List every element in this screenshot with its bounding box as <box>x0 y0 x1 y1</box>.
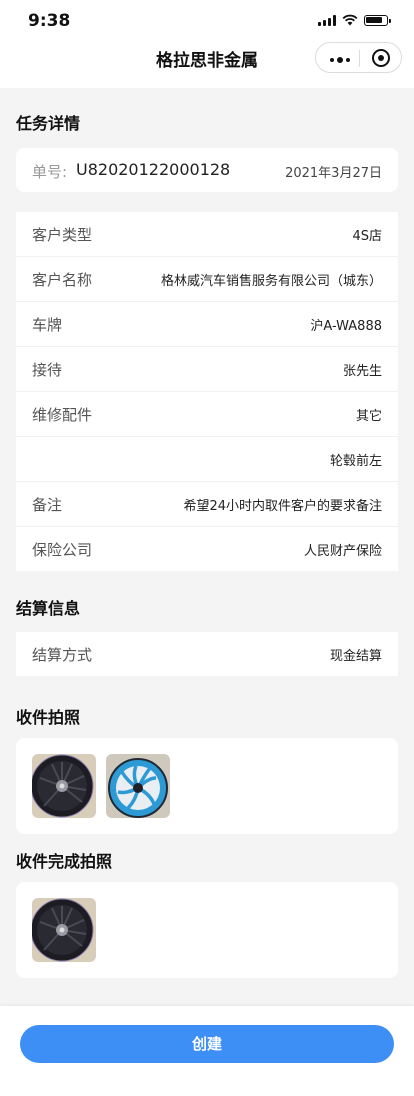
field-value: 沪A-WA888 <box>310 319 382 334</box>
field-label: 维修配件 <box>32 406 93 424</box>
more-icon[interactable] <box>330 57 350 63</box>
bottom-action-bar: 创建 <box>0 1006 414 1096</box>
status-icons <box>318 14 391 26</box>
top-bar: 9:38 格拉思非金属 <box>0 0 414 88</box>
field-value: 格林威汽车销售服务有限公司（城东） <box>160 274 382 289</box>
receive-photos-card <box>16 738 398 834</box>
create-button[interactable]: 创建 <box>20 1025 394 1063</box>
detail-row-reception: 接待 张先生 <box>16 347 398 392</box>
field-value: 张先生 <box>342 364 382 379</box>
field-label: 车牌 <box>32 316 63 334</box>
complete-photos-card <box>16 882 398 978</box>
order-date: 2021年3月27日 <box>285 166 382 181</box>
task-section-title: 任务详情 <box>16 114 81 133</box>
detail-row-repair-parts: 维修配件 其它 <box>16 392 398 437</box>
field-value: 4S店 <box>352 229 382 244</box>
settlement-value: 现金结算 <box>329 649 382 664</box>
field-value: 轮毂前左 <box>329 454 382 469</box>
close-target-icon[interactable] <box>372 49 390 67</box>
settlement-row: 结算方式 现金结算 <box>16 632 398 677</box>
task-details-card: 客户类型 4S店 客户名称 格林威汽车销售服务有限公司（城东） 车牌 沪A-WA… <box>16 212 398 571</box>
field-label: 接待 <box>32 361 63 379</box>
detail-row-plate: 车牌 沪A-WA888 <box>16 302 398 347</box>
capsule-divider <box>359 50 360 67</box>
order-label: 单号: <box>32 163 68 181</box>
detail-row-insurance: 保险公司 人民财产保险 <box>16 527 398 572</box>
settlement-section-title: 结算信息 <box>16 599 81 618</box>
settlement-card: 结算方式 现金结算 <box>16 632 398 676</box>
wifi-icon <box>342 14 358 26</box>
detail-row-remarks: 备注 希望24小时内取件客户的要求备注 <box>16 482 398 527</box>
black-rim-wheel-photo[interactable] <box>32 898 96 962</box>
field-label: 备注 <box>32 496 63 514</box>
field-label: 客户类型 <box>32 226 93 244</box>
field-value: 其它 <box>355 409 382 424</box>
detail-row-customer-type: 客户类型 4S店 <box>16 212 398 257</box>
field-label: 保险公司 <box>32 541 93 559</box>
complete-photos-title: 收件完成拍照 <box>16 852 113 871</box>
field-label: 客户名称 <box>32 271 93 289</box>
field-value: 希望24小时内取件客户的要求备注 <box>183 499 382 514</box>
blue-rim-wheel-photo[interactable] <box>106 754 170 818</box>
detail-row-repair-parts-extra: 轮毂前左 <box>16 437 398 482</box>
signal-icon <box>318 14 336 26</box>
settlement-label: 结算方式 <box>32 646 93 664</box>
status-time: 9:38 <box>28 11 71 31</box>
field-value: 人民财产保险 <box>303 544 382 559</box>
order-number: U82020122000128 <box>76 160 231 179</box>
receive-photos-title: 收件拍照 <box>16 708 81 727</box>
detail-row-customer-name: 客户名称 格林威汽车销售服务有限公司（城东） <box>16 257 398 302</box>
order-card: 单号: U82020122000128 2021年3月27日 <box>16 148 398 192</box>
battery-icon <box>364 14 391 26</box>
black-rim-wheel-photo[interactable] <box>32 754 96 818</box>
mini-program-capsule <box>315 42 402 73</box>
